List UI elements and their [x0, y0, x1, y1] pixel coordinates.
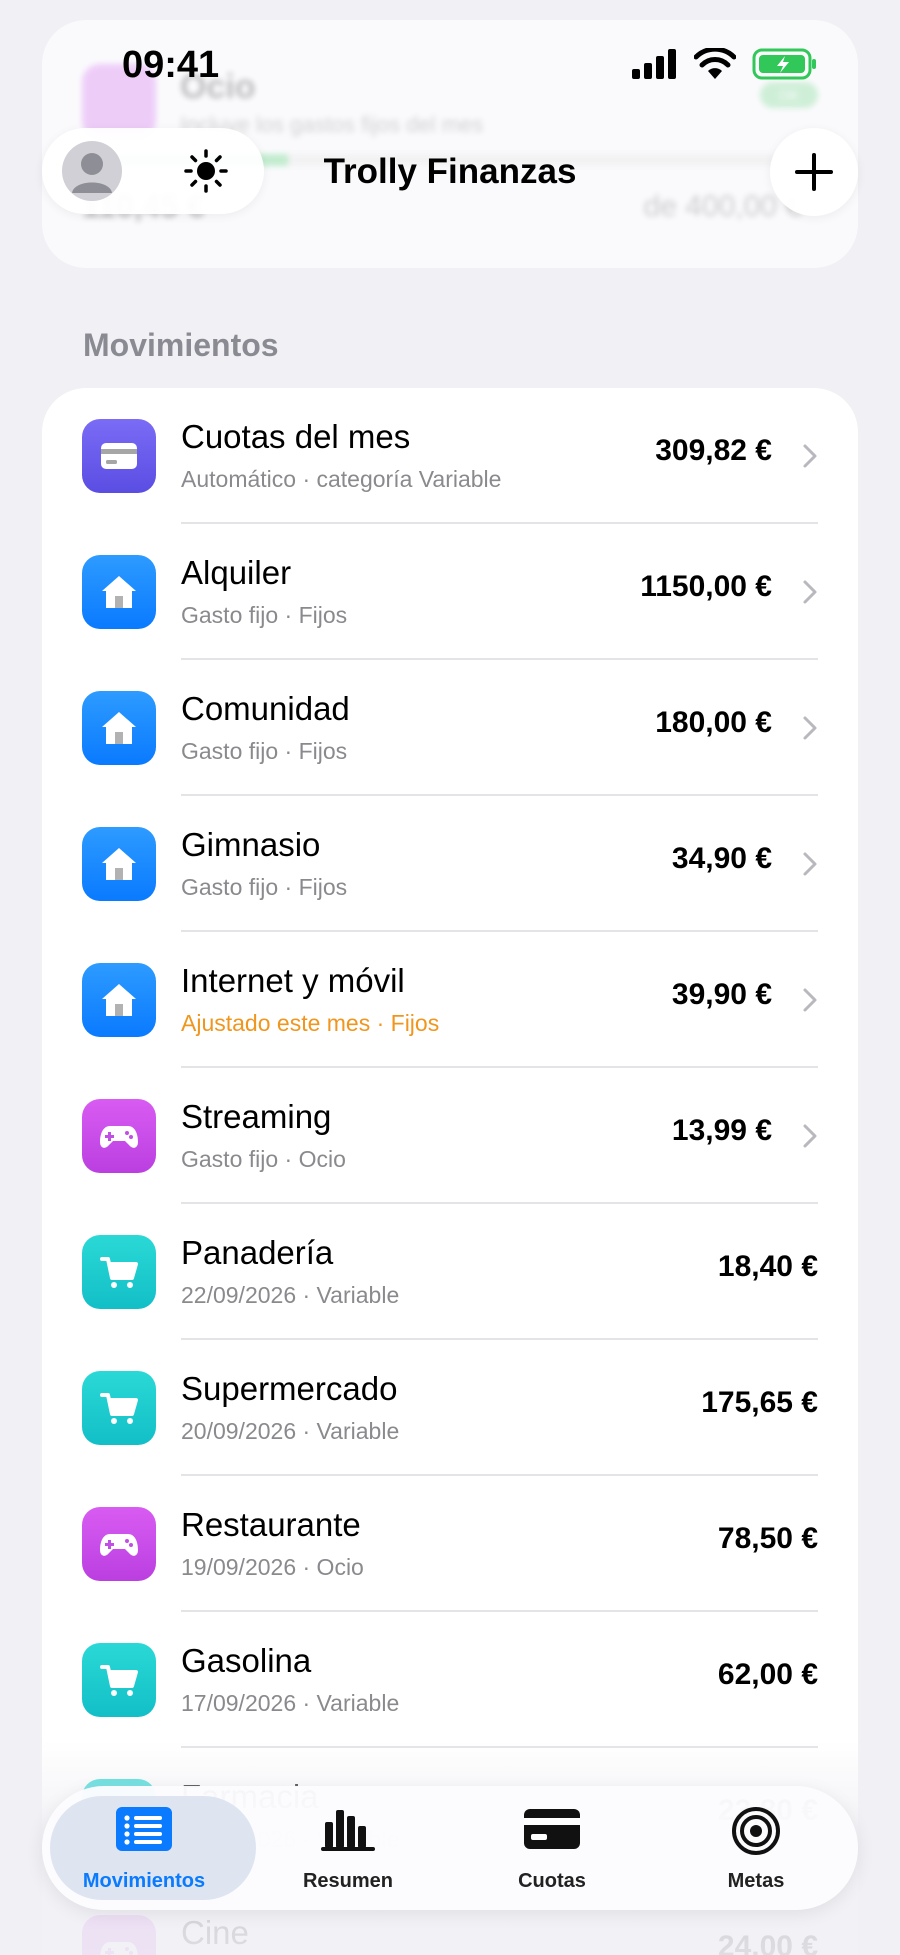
gamepad-icon [100, 1534, 138, 1556]
wifi-icon [694, 48, 736, 79]
movement-icon [82, 1235, 156, 1309]
movement-amount: 13,99 € [671, 1114, 772, 1147]
movement-amount: 1150,00 € [640, 570, 772, 603]
credit-card-icon [101, 443, 137, 469]
movement-subtitle: Gasto fijo · Fijos [181, 602, 348, 628]
movement-icon [82, 555, 156, 629]
app-title: Trolly Finanzas [323, 152, 577, 191]
movement-icon [82, 419, 156, 493]
movement-subtitle: 22/09/2026 · Variable [181, 1282, 400, 1308]
tab-label: Resumen [302, 1870, 394, 1892]
movement-amount: 309,82 € [655, 434, 772, 467]
movement-subtitle: 20/09/2026 · Variable [181, 1418, 400, 1444]
movement-icon [82, 1915, 156, 1955]
movement-name: Restaurante [181, 1506, 361, 1543]
tab-metas[interactable]: Metas [654, 1786, 858, 1910]
chevron-right-icon [803, 852, 817, 876]
movement-amount: 24,00 € [717, 1930, 818, 1955]
tab-resumen[interactable]: Resumen [246, 1786, 450, 1910]
status-time: 09:41 [122, 44, 220, 86]
movement-icon [82, 1643, 156, 1717]
movement-icon [82, 1507, 156, 1581]
house-icon [102, 984, 136, 1016]
cart-icon [100, 1257, 138, 1288]
movement-subtitle: Gasto fijo · Ocio [181, 1146, 346, 1172]
tab-movimientos[interactable]: Movimientos [42, 1786, 246, 1910]
movement-row[interactable]: Streaming Gasto fijo · Ocio 13,99 € [42, 1068, 858, 1204]
movement-name: Panadería [181, 1234, 334, 1271]
movement-row[interactable]: Gasolina 17/09/2026 · Variable 62,00 € [42, 1612, 858, 1748]
house-icon [102, 712, 136, 744]
cart-icon [100, 1665, 138, 1696]
credit-card-icon [524, 1809, 580, 1849]
movement-name: Gimnasio [181, 826, 321, 863]
house-icon [102, 576, 136, 608]
house-icon [102, 848, 136, 880]
movement-amount: 18,40 € [717, 1250, 818, 1283]
plus-icon [795, 153, 833, 191]
movement-name: Supermercado [181, 1370, 398, 1407]
signal-icon [632, 49, 676, 79]
tab-cuotas[interactable]: Cuotas [450, 1786, 654, 1910]
tab-bar: Movimientos Resumen Cuotas Metas [42, 1786, 858, 1910]
movement-row[interactable]: Supermercado 20/09/2026 · Variable 175,65 … [42, 1340, 858, 1476]
movement-name: Streaming [181, 1098, 332, 1135]
movement-name: Comunidad [181, 690, 350, 727]
movement-amount: 180,00 € [655, 706, 772, 739]
battery-icon [752, 48, 816, 80]
movement-amount: 62,00 € [717, 1658, 818, 1691]
movement-row[interactable]: Panadería 22/09/2026 · Variable 18,40 € [42, 1204, 858, 1340]
tab-label: Cuotas [518, 1870, 586, 1892]
movement-row[interactable]: Cuotas del mes Automático · categoría Var… [42, 388, 858, 524]
movement-subtitle: Ajustado este mes · Fijos [181, 1010, 440, 1036]
target-icon [732, 1807, 780, 1855]
movement-amount: 34,90 € [671, 842, 772, 875]
movement-row[interactable]: Comunidad Gasto fijo · Fijos 180,00 € [42, 660, 858, 796]
movement-name: Cine [181, 1914, 249, 1951]
movement-name: Gasolina [181, 1642, 312, 1679]
gamepad-icon [100, 1942, 138, 1955]
section-title: Movimientos [83, 327, 279, 363]
movement-subtitle: Gasto fijo · Fijos [181, 738, 348, 764]
movement-subtitle: Automático · categoría Variable [181, 466, 502, 492]
movement-name: Alquiler [181, 554, 292, 591]
movement-row[interactable]: Restaurante 19/09/2026 · Ocio 78,50 € [42, 1476, 858, 1612]
chevron-right-icon [803, 716, 817, 740]
movement-icon [82, 1371, 156, 1445]
chevron-right-icon [803, 444, 817, 468]
movement-row[interactable]: Internet y móvil Ajustado este mes · Fijo… [42, 932, 858, 1068]
movement-subtitle: Gasto fijo · Fijos [181, 874, 348, 900]
bar-chart-icon [321, 1810, 375, 1851]
status-icons [632, 48, 818, 80]
chevron-right-icon [803, 1124, 817, 1148]
cart-icon [100, 1393, 138, 1424]
tab-label: Movimientos [82, 1870, 206, 1892]
movement-row[interactable]: Alquiler Gasto fijo · Fijos 1150,00 € [42, 524, 858, 660]
status-bar: 09:41 [0, 0, 900, 110]
movement-icon [82, 691, 156, 765]
movement-amount: 39,90 € [671, 978, 772, 1011]
movement-name: Cuotas del mes [181, 418, 411, 455]
chevron-right-icon [803, 988, 817, 1012]
chevron-right-icon [803, 580, 817, 604]
add-button[interactable] [770, 128, 858, 216]
movement-amount: 78,50 € [717, 1522, 818, 1555]
movement-amount: 175,65 € [701, 1386, 818, 1419]
movement-row[interactable]: Gimnasio Gasto fijo · Fijos 34,90 € [42, 796, 858, 932]
list-icon [116, 1807, 172, 1851]
movements-list: Cuotas del mes Automático · categoría Var… [42, 388, 858, 1955]
movement-icon [82, 963, 156, 1037]
movement-name: Internet y móvil [181, 962, 405, 999]
movement-icon [82, 827, 156, 901]
movement-subtitle: 19/09/2026 · Ocio [181, 1554, 364, 1580]
tab-label: Metas [727, 1870, 785, 1892]
gamepad-icon [100, 1126, 138, 1148]
movement-icon [82, 1099, 156, 1173]
movement-subtitle: 17/09/2026 · Variable [181, 1690, 400, 1716]
